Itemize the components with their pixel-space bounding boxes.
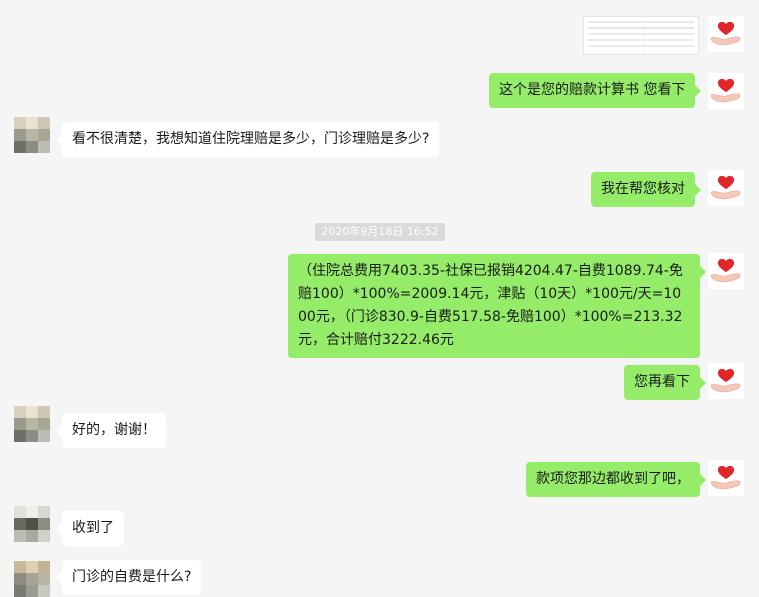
self-avatar[interactable] — [708, 170, 744, 206]
heart-in-hand-icon — [710, 258, 741, 283]
message-bubble-outgoing[interactable]: 您再看下 — [624, 365, 706, 400]
message-bubble-incoming[interactable]: 好的，谢谢！ — [56, 413, 166, 448]
message-bubble-outgoing[interactable]: 款项您那边都收到了吧， — [526, 462, 706, 497]
heart-in-hand-icon — [710, 78, 741, 103]
message-bubble-incoming[interactable]: 看不很清楚，我想知道住院理赔是多少，门诊理赔是多少? — [55, 122, 440, 157]
contact-avatar[interactable] — [14, 406, 50, 442]
message-bubble-incoming[interactable]: 收到了 — [56, 511, 124, 546]
message-timestamp: 2020年9月18日 16:52 — [315, 223, 445, 241]
pixelated-avatar — [14, 117, 50, 153]
heart-in-hand-icon — [710, 175, 741, 200]
pixelated-avatar — [14, 406, 50, 442]
heart-in-hand-icon — [710, 465, 741, 490]
message-bubble-outgoing[interactable]: （住院总费用7403.35-社保已报销4204.47-自费1089.74-免赔1… — [288, 254, 706, 358]
pixelated-avatar — [14, 561, 50, 597]
self-avatar[interactable] — [708, 363, 744, 399]
image-message-thumbnail[interactable] — [583, 16, 699, 55]
self-avatar[interactable] — [708, 16, 744, 52]
chat-window: { "messages": [ {"id": 1, "side": "out",… — [0, 0, 759, 597]
self-avatar[interactable] — [708, 73, 744, 109]
heart-in-hand-icon — [710, 368, 741, 393]
self-avatar[interactable] — [708, 460, 744, 496]
contact-avatar[interactable] — [14, 561, 50, 597]
self-avatar[interactable] — [708, 253, 744, 289]
contact-avatar[interactable] — [14, 506, 50, 542]
contact-avatar[interactable] — [14, 117, 50, 153]
message-bubble-incoming[interactable]: 门诊的自费是什么? — [55, 560, 202, 595]
message-bubble-outgoing[interactable]: 我在帮您核对 — [591, 172, 701, 207]
pixelated-avatar — [14, 506, 50, 542]
message-bubble-outgoing[interactable]: 这个是您的赔款计算书 您看下 — [489, 73, 702, 108]
heart-in-hand-icon — [710, 21, 741, 46]
